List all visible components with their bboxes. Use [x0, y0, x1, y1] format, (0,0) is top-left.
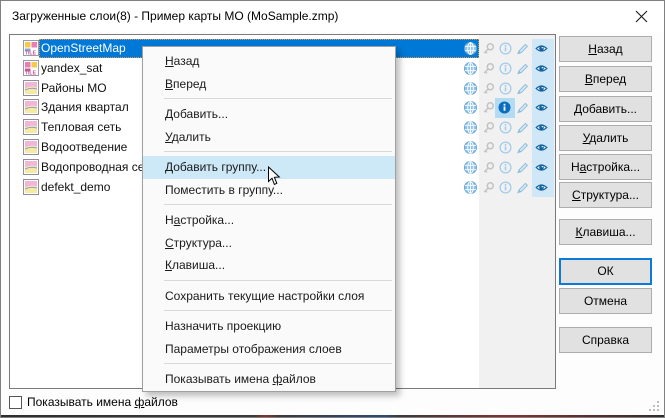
menu-item-save-layer-settings[interactable]: Сохранить текущие настройки слоя: [143, 285, 395, 308]
layer-name: Здания квартал: [41, 98, 132, 117]
menu-separator: [164, 98, 392, 99]
back-button[interactable]: Назад: [559, 36, 652, 62]
eye-icon[interactable]: [535, 82, 548, 95]
mouse-cursor: [267, 166, 281, 187]
eye-icon[interactable]: [535, 121, 548, 134]
pencil-icon[interactable]: [516, 42, 529, 55]
menu-item-forward[interactable]: Вперед: [143, 73, 395, 96]
close-icon: [635, 10, 648, 23]
globe-icon[interactable]: [464, 42, 477, 55]
pencil-icon[interactable]: [516, 141, 529, 154]
info-icon[interactable]: [499, 62, 512, 75]
eye-icon[interactable]: [535, 62, 548, 75]
resize-grip[interactable]: [648, 400, 660, 412]
layer-name: yandex_sat: [41, 59, 105, 78]
key-icon[interactable]: [482, 141, 495, 154]
pencil-icon[interactable]: [516, 181, 529, 194]
globe-icon[interactable]: [464, 101, 477, 114]
pencil-icon[interactable]: [516, 62, 529, 75]
menu-item-add[interactable]: Добавить...: [143, 103, 395, 126]
background-map-edge: [1, 415, 664, 417]
vector-layer-icon: [23, 80, 39, 96]
delete-button[interactable]: Удалить: [559, 125, 652, 151]
ok-button[interactable]: ОК: [559, 258, 652, 285]
cancel-button[interactable]: Отмена: [559, 288, 652, 314]
vector-layer-icon: [23, 139, 39, 155]
vector-layer-icon: [23, 179, 39, 195]
eye-icon[interactable]: [535, 101, 548, 114]
key-icon[interactable]: [482, 101, 495, 114]
pencil-icon[interactable]: [516, 121, 529, 134]
close-button[interactable]: [625, 5, 657, 28]
tile-layer-icon: [23, 40, 39, 56]
eye-icon[interactable]: [535, 181, 548, 194]
structure-button[interactable]: Структура...: [559, 182, 652, 208]
hotkey-button[interactable]: Клавиша...: [559, 219, 652, 245]
tile-layer-icon: [23, 60, 39, 76]
globe-icon[interactable]: [464, 161, 477, 174]
vector-layer-icon: [23, 119, 39, 135]
menu-item-hotkey[interactable]: Клавиша...: [143, 254, 395, 277]
menu-separator: [164, 204, 392, 205]
forward-button[interactable]: Вперед: [559, 66, 652, 92]
menu-item-layer-display-params[interactable]: Параметры отображения слоев: [143, 338, 395, 361]
eye-icon[interactable]: [535, 42, 548, 55]
menu-separator: [164, 280, 392, 281]
layer-name: Районы МО: [41, 79, 110, 98]
key-icon[interactable]: [482, 42, 495, 55]
eye-icon[interactable]: [535, 141, 548, 154]
title-bar: Загруженные слои(8) - Пример карты МО (M…: [1, 1, 664, 32]
pencil-icon[interactable]: [516, 101, 529, 114]
layer-name: Тепловая сеть: [41, 118, 124, 137]
show-file-names-label[interactable]: Показывать имена файлов: [27, 395, 178, 409]
add-button[interactable]: Добавить...: [559, 96, 652, 122]
menu-separator: [164, 310, 392, 311]
layer-name: defekt_demo: [41, 178, 113, 197]
key-icon[interactable]: [482, 161, 495, 174]
show-file-names-checkbox-row: Показывать имена файлов: [9, 394, 178, 410]
settings-button[interactable]: Настройка...: [559, 154, 652, 180]
key-icon[interactable]: [482, 62, 495, 75]
show-file-names-checkbox[interactable]: [9, 396, 22, 409]
menu-item-show-file-names[interactable]: Показывать имена файлов: [143, 368, 395, 391]
globe-icon[interactable]: [464, 62, 477, 75]
info-icon[interactable]: [499, 42, 512, 55]
globe-icon[interactable]: [464, 82, 477, 95]
info-icon[interactable]: [499, 121, 512, 134]
vector-layer-icon: [23, 159, 39, 175]
pencil-icon[interactable]: [516, 82, 529, 95]
globe-icon[interactable]: [464, 181, 477, 194]
help-button[interactable]: Справка: [559, 327, 652, 353]
menu-item-delete[interactable]: Удалить: [143, 126, 395, 149]
menu-item-structure[interactable]: Структура...: [143, 232, 395, 255]
menu-item-settings[interactable]: Настройка...: [143, 209, 395, 232]
menu-separator: [164, 363, 392, 364]
globe-icon[interactable]: [464, 121, 477, 134]
info-icon[interactable]: [499, 181, 512, 194]
key-icon[interactable]: [482, 82, 495, 95]
eye-icon[interactable]: [535, 161, 548, 174]
globe-icon[interactable]: [464, 141, 477, 154]
info-icon-active[interactable]: [498, 101, 511, 114]
dialog-title: Загруженные слои(8) - Пример карты МО (M…: [12, 1, 338, 31]
menu-item-assign-projection[interactable]: Назначить проекцию: [143, 315, 395, 338]
info-icon[interactable]: [499, 82, 512, 95]
pencil-icon[interactable]: [516, 161, 529, 174]
info-icon[interactable]: [499, 161, 512, 174]
layer-name: Водоотведение: [41, 138, 130, 157]
menu-item-back[interactable]: Назад: [143, 50, 395, 73]
key-icon[interactable]: [482, 121, 495, 134]
key-icon[interactable]: [482, 181, 495, 194]
menu-separator: [164, 151, 392, 152]
loaded-layers-dialog: Загруженные слои(8) - Пример карты МО (M…: [0, 0, 665, 418]
vector-layer-icon: [23, 99, 39, 115]
context-menu: Назад Вперед Добавить... Удалить Добавит…: [142, 46, 396, 392]
info-active-cell: [495, 98, 515, 118]
info-icon[interactable]: [499, 141, 512, 154]
